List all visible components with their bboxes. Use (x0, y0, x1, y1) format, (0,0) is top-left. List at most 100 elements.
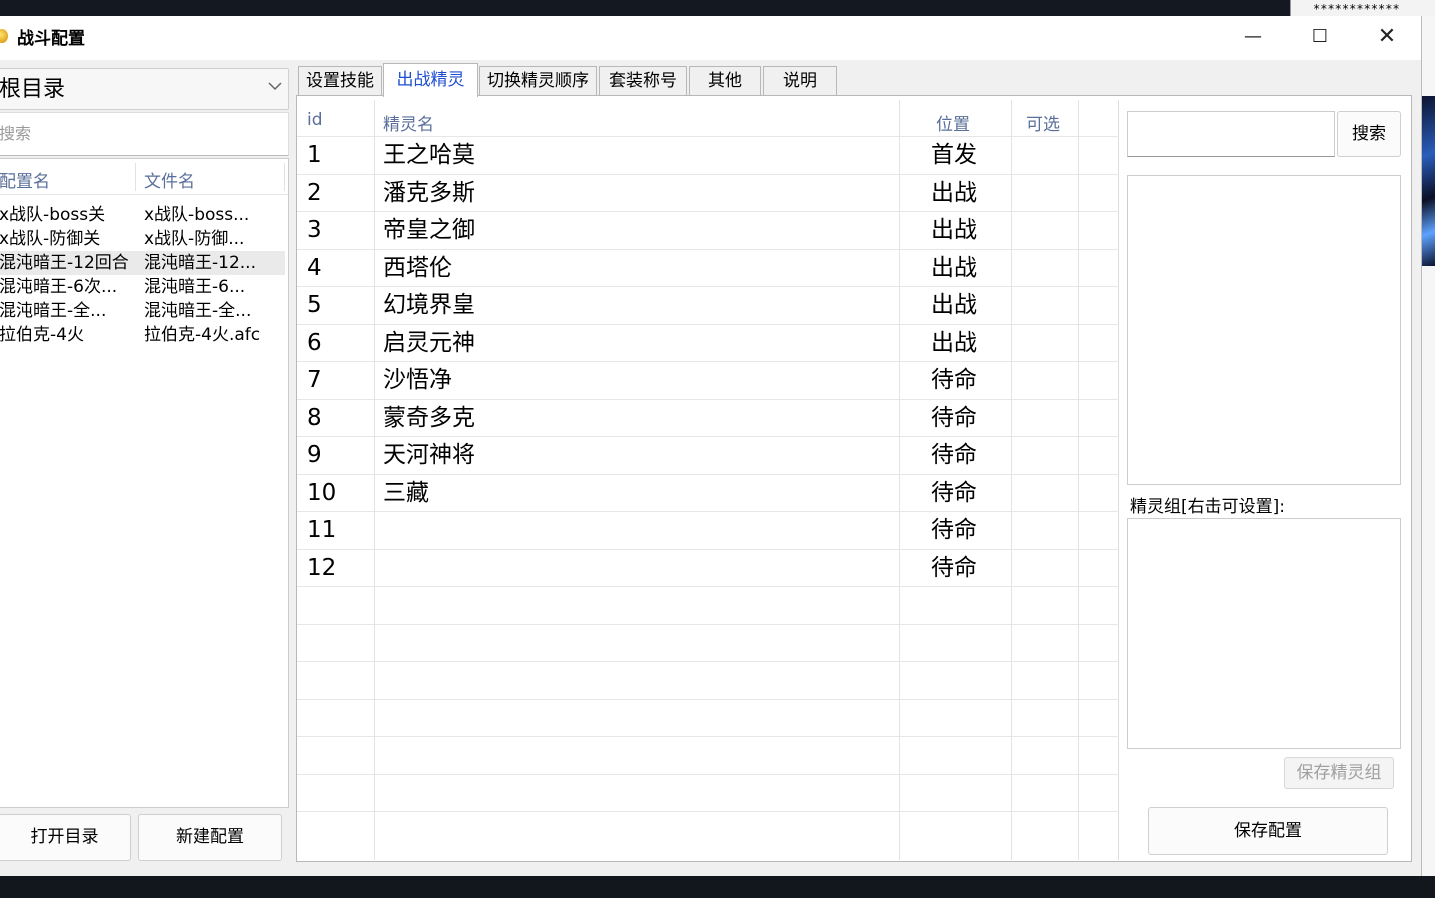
config-list-item[interactable]: x战队-防御关 x战队-防御... (0, 227, 285, 251)
column-separator[interactable] (135, 163, 136, 191)
position-cell: 待命 (931, 517, 977, 543)
directory-select[interactable]: 根目录 (0, 68, 289, 110)
config-name-cell: 拉伯克-4火 (0, 325, 84, 345)
file-list-header: 配置名 文件名 (0, 159, 288, 195)
tab-battle-sprites[interactable]: 出战精灵 (383, 63, 478, 97)
tab-suit-title[interactable]: 套装称号 (599, 66, 687, 96)
open-directory-button[interactable]: 打开目录 (0, 814, 131, 861)
id-cell: 9 (307, 442, 322, 468)
id-cell: 8 (307, 404, 322, 431)
file-name-cell: x战队-防御... (144, 229, 245, 249)
battle-config-window: 战斗配置 — ☐ ✕ 根目录 配置名 文件名 x战队-boss关x战队-boss… (0, 16, 1422, 876)
config-list-item[interactable]: 混沌暗王-12回合 混沌暗王-12... (0, 251, 285, 275)
position-cell: 出战 (931, 254, 977, 281)
tab-instructions[interactable]: 说明 (763, 66, 837, 96)
sprite-name-cell: 西塔伦 (383, 254, 452, 281)
id-cell: 2 (307, 179, 322, 206)
table-row[interactable]: 8 蒙奇多克 待命 (297, 400, 1119, 437)
sprite-name-cell: 天河神将 (383, 442, 475, 468)
table-row[interactable]: 5 幻境界皇 出战 (297, 287, 1119, 324)
id-cell: 11 (307, 517, 337, 543)
row-divider (297, 811, 1119, 812)
config-name-cell: x战队-防御关 (0, 229, 101, 249)
id-cell: 6 (307, 329, 322, 356)
id-cell: 5 (307, 292, 322, 318)
id-cell: 3 (307, 217, 322, 243)
file-name-cell: 混沌暗王-6... (144, 277, 246, 297)
config-list-item[interactable]: 拉伯克-4火 拉伯克-4火.afc (0, 323, 285, 347)
close-button[interactable]: ✕ (1354, 20, 1420, 56)
sprite-search-results[interactable] (1127, 175, 1401, 485)
sprite-group-label: 精灵组[右击可设置]: (1130, 497, 1285, 517)
config-list-item[interactable]: x战队-boss关 x战队-boss... (0, 203, 285, 227)
table-row[interactable]: 1 王之哈莫 首发 (297, 137, 1119, 174)
tab-other[interactable]: 其他 (689, 66, 761, 96)
sprite-name-cell: 幻境界皇 (383, 292, 475, 318)
position-cell: 待命 (931, 479, 977, 506)
column-header-position[interactable]: 位置 (936, 110, 970, 135)
background-window-edge (1420, 16, 1435, 876)
column-separator[interactable] (284, 163, 285, 191)
id-cell: 10 (307, 479, 337, 506)
column-header-config-name[interactable]: 配置名 (0, 167, 50, 192)
minimize-button[interactable]: — (1220, 20, 1286, 56)
tab-panel-battle-sprites: id 精灵名 位置 可选 1 王之哈莫 首发 2 潘克多斯 出战 3 帝皇之御 出战 4 西塔伦 出战… (296, 95, 1412, 862)
id-cell: 4 (307, 254, 322, 281)
sprite-group-list[interactable] (1127, 518, 1401, 749)
sprite-table[interactable]: id 精灵名 位置 可选 1 王之哈莫 首发 2 潘克多斯 出战 3 帝皇之御 出战 4 西塔伦 出战… (297, 100, 1119, 860)
config-search-box[interactable] (0, 112, 289, 156)
column-header-optional[interactable]: 可选 (1026, 110, 1060, 135)
save-config-button[interactable]: 保存配置 (1148, 807, 1388, 855)
tab-switch-sprite-order[interactable]: 切换精灵顺序 (479, 66, 597, 96)
position-cell: 待命 (931, 404, 977, 431)
sprite-search-input[interactable] (1128, 112, 1334, 156)
id-cell: 12 (307, 554, 337, 581)
sprite-name-cell: 蒙奇多克 (383, 404, 475, 431)
column-header-id[interactable]: id (307, 110, 323, 130)
new-config-button[interactable]: 新建配置 (138, 814, 282, 861)
position-cell: 出战 (931, 179, 977, 206)
row-divider (297, 698, 1119, 700)
tab-set-skills[interactable]: 设置技能 (298, 66, 382, 96)
config-list-item[interactable]: 混沌暗王-全... 混沌暗王-全... (0, 299, 285, 323)
config-search-input[interactable] (0, 124, 288, 143)
table-row[interactable]: 6 启灵元神 出战 (297, 325, 1119, 362)
sprite-name-cell: 潘克多斯 (383, 179, 475, 206)
sprite-search-box[interactable] (1127, 111, 1335, 157)
maximize-button[interactable]: ☐ (1287, 20, 1353, 56)
table-row[interactable]: 9 天河神将 待命 (297, 437, 1119, 474)
search-button[interactable]: 搜索 (1337, 111, 1401, 157)
row-divider (297, 661, 1119, 662)
config-name-cell: 混沌暗王-全... (0, 301, 107, 321)
row-divider (297, 736, 1119, 737)
table-row[interactable]: 2 潘克多斯 出战 (297, 175, 1119, 212)
config-name-cell: 混沌暗王-12回合 (0, 253, 129, 273)
table-row[interactable]: 12 待命 (297, 550, 1119, 587)
config-name-cell: x战队-boss关 (0, 205, 106, 225)
table-row[interactable]: 4 西塔伦 出战 (297, 250, 1119, 287)
row-divider (297, 773, 1119, 775)
file-name-cell: x战队-boss... (144, 205, 250, 225)
sprite-name-cell: 帝皇之御 (383, 217, 475, 243)
table-row[interactable]: 7 沙悟净 待命 (297, 362, 1119, 399)
file-name-cell: 拉伯克-4火.afc (144, 325, 261, 345)
position-cell: 出战 (931, 292, 977, 318)
sprite-name-cell: 沙悟净 (383, 367, 452, 393)
position-cell: 待命 (931, 554, 977, 581)
sprite-name-cell: 王之哈莫 (383, 142, 475, 168)
config-list-item[interactable]: 混沌暗王-6次... 混沌暗王-6... (0, 275, 285, 299)
table-row[interactable]: 10 三藏 待命 (297, 475, 1119, 512)
directory-select-value: 根目录 (0, 77, 66, 102)
column-header-file-name[interactable]: 文件名 (144, 167, 195, 192)
title-bar[interactable]: 战斗配置 — ☐ ✕ (0, 16, 1421, 60)
id-cell: 7 (307, 367, 322, 393)
table-row[interactable]: 11 待命 (297, 512, 1119, 549)
window-title: 战斗配置 (17, 29, 85, 49)
config-file-list[interactable]: 配置名 文件名 x战队-boss关 x战队-boss... x战队-防御关 x战队-防… (0, 158, 289, 808)
background-window-strip: ************ (1290, 0, 1435, 16)
taskbar-area (0, 876, 1435, 898)
column-header-sprite-name[interactable]: 精灵名 (383, 110, 434, 135)
save-sprite-group-button[interactable]: 保存精灵组 (1284, 757, 1394, 789)
position-cell: 出战 (931, 217, 977, 243)
table-row[interactable]: 3 帝皇之御 出战 (297, 212, 1119, 249)
